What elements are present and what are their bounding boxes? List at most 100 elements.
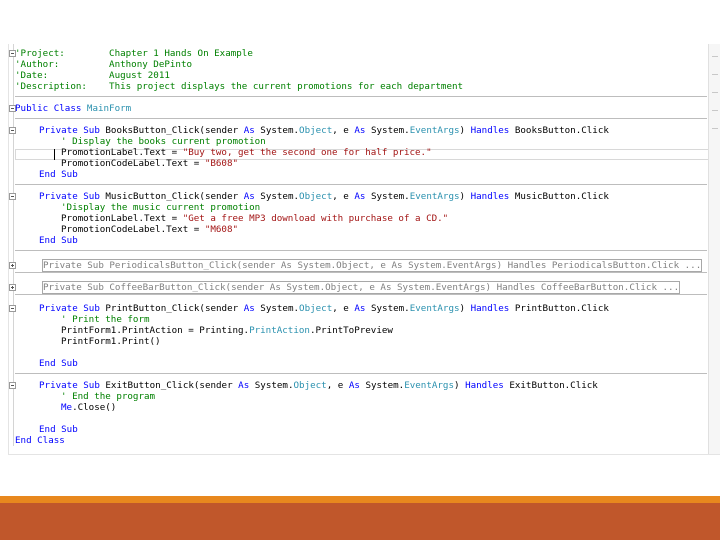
scrollbar-marker <box>712 74 718 75</box>
code-token: EventArgs <box>409 191 460 202</box>
code-token: , e <box>332 303 355 314</box>
code-token: System. <box>254 380 294 391</box>
code-token: , e <box>332 125 355 136</box>
code-line: Private Sub MusicButton_Click(sender As … <box>39 191 720 202</box>
collapse-outline-icon[interactable] <box>9 305 16 312</box>
code-token: Handles <box>470 191 515 202</box>
code-token: PrintButton.Click <box>514 303 609 314</box>
code-token: , e <box>326 380 349 391</box>
code-token: System. <box>370 191 410 202</box>
code-token: Public Class <box>15 103 87 114</box>
code-line: Private Sub ExitButton_Click(sender As S… <box>39 380 720 391</box>
code-token: System. <box>365 380 405 391</box>
code-token: PrintButton_Click(sender <box>105 303 244 314</box>
code-line: Private Sub PrintButton_Click(sender As … <box>39 303 720 314</box>
code-token: System. <box>260 125 300 136</box>
code-token: End Sub <box>39 424 78 435</box>
code-token: "Buy two, get the second one for half pr… <box>182 147 432 158</box>
collapse-outline-icon[interactable] <box>9 127 16 134</box>
code-token: Object <box>293 380 327 391</box>
procedure-separator <box>15 118 707 119</box>
code-line: End Sub <box>39 235 720 246</box>
code-token: PrintForm1.PrintAction = Printing. <box>61 325 250 336</box>
procedure-separator <box>15 272 707 273</box>
scrollbar-marker <box>712 56 718 57</box>
expand-outline-icon[interactable] <box>9 284 16 291</box>
code-token: BooksButton.Click <box>514 125 609 136</box>
code-line: PrintForm1.Print() <box>61 336 720 347</box>
code-token: Handles <box>470 125 515 136</box>
code-line: Public Class MainForm <box>15 103 715 114</box>
code-token: Me <box>61 402 73 413</box>
code-token: As <box>354 191 371 202</box>
code-token: ) <box>459 303 471 314</box>
code-token: PrintAction <box>249 325 310 336</box>
code-token: As <box>238 380 255 391</box>
procedure-separator <box>15 184 707 185</box>
code-line: End Sub <box>39 358 720 369</box>
code-token: ' Display the books current promotion <box>61 136 266 147</box>
code-token: Private Sub <box>39 191 106 202</box>
code-token: End Class <box>15 435 65 446</box>
collapsed-region-text[interactable]: Private Sub PeriodicalsButton_Click(send… <box>41 259 703 272</box>
code-token: End Sub <box>39 358 78 369</box>
slide-footer-accent <box>0 496 720 503</box>
code-token: PromotionLabel.Text = <box>61 213 183 224</box>
code-token: Handles <box>470 303 515 314</box>
code-token: As <box>354 303 371 314</box>
code-token: .PrintToPreview <box>309 325 393 336</box>
scrollbar-marker <box>712 92 718 93</box>
code-line: 'Description: This project displays the … <box>15 81 715 92</box>
code-line: 'Display the music current promotion <box>61 202 720 213</box>
code-token: 'Project: Chapter 1 Hands On Example <box>15 48 253 59</box>
scrollbar-marker <box>712 110 718 111</box>
code-token: Private Sub PeriodicalsButton_Click(send… <box>43 260 702 271</box>
code-token: EventArgs <box>409 303 460 314</box>
collapsed-region-text[interactable]: Private Sub CoffeeBarButton_Click(sender… <box>41 281 681 294</box>
code-token: Object <box>299 125 333 136</box>
code-token: System. <box>370 125 410 136</box>
code-token: 'Display the music current promotion <box>61 202 261 213</box>
code-line: PrintForm1.PrintAction = Printing.PrintA… <box>61 325 720 336</box>
code-token: End Sub <box>39 235 78 246</box>
code-token: PromotionCodeLabel.Text = <box>61 224 205 235</box>
code-line: PromotionLabel.Text = "Buy two, get the … <box>61 147 720 158</box>
code-token: MainForm <box>86 103 132 114</box>
code-token: MusicButton.Click <box>514 191 609 202</box>
code-token: "M608" <box>204 224 239 235</box>
code-token: 'Date: August 2011 <box>15 70 170 81</box>
text-caret <box>54 149 55 160</box>
code-token: As <box>243 191 261 202</box>
code-line: Me.Close() <box>61 402 720 413</box>
procedure-separator <box>15 250 707 251</box>
collapse-outline-icon[interactable] <box>9 193 16 200</box>
code-token: System. <box>370 303 410 314</box>
code-token: "Get a free MP3 download with purchase o… <box>182 213 449 224</box>
code-token: ) <box>459 191 471 202</box>
code-token: ExitButton_Click(sender <box>105 380 239 391</box>
code-token: Object <box>299 191 333 202</box>
code-token: EventArgs <box>409 125 460 136</box>
code-line: ' End the program <box>61 391 720 402</box>
collapsed-code-block[interactable]: Private Sub PeriodicalsButton_Click(send… <box>41 259 720 272</box>
collapse-outline-icon[interactable] <box>9 382 16 389</box>
code-token: 'Description: This project displays the … <box>15 81 464 92</box>
collapsed-code-block[interactable]: Private Sub CoffeeBarButton_Click(sender… <box>41 281 720 294</box>
code-line: End Sub <box>39 424 720 435</box>
code-token: System. <box>260 303 300 314</box>
code-line: ' Print the form <box>61 314 720 325</box>
vertical-scrollbar[interactable] <box>708 44 720 454</box>
procedure-separator <box>15 294 707 295</box>
code-token: ' End the program <box>61 391 156 402</box>
code-line: ' Display the books current promotion <box>61 136 720 147</box>
code-token: PrintForm1.Print() <box>61 336 161 347</box>
code-token: End Sub <box>39 169 78 180</box>
code-token: BooksButton_Click(sender <box>105 125 244 136</box>
code-token: As <box>354 125 371 136</box>
procedure-separator <box>15 96 707 97</box>
expand-outline-icon[interactable] <box>9 262 16 269</box>
code-editor[interactable]: 'Project: Chapter 1 Hands On Example 'Aut… <box>8 44 720 455</box>
code-line: 'Author: Anthony DePinto <box>15 59 715 70</box>
code-token: "B608" <box>204 158 239 169</box>
code-token: , e <box>332 191 355 202</box>
